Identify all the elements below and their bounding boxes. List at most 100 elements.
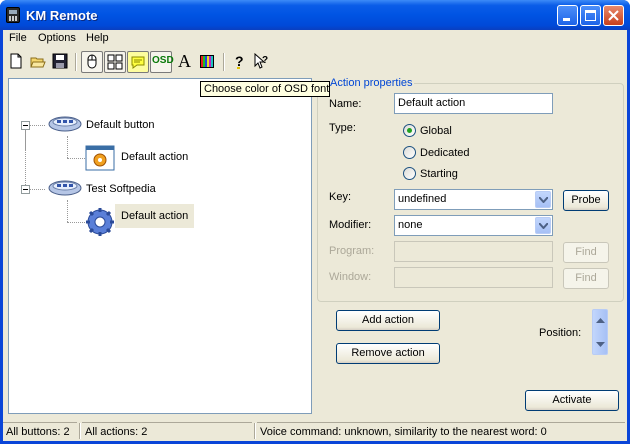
chevron-down-icon — [539, 197, 548, 203]
open-folder-icon — [30, 57, 46, 68]
remote-button-icon — [48, 180, 82, 196]
chevron-down-icon — [539, 223, 548, 229]
mouse-mode-button[interactable] — [81, 51, 103, 73]
modifier-select-value: none — [398, 219, 423, 231]
mouse-icon — [87, 54, 97, 69]
window-title: KM Remote — [26, 8, 98, 23]
status-bar: All buttons: 2 All actions: 2 Voice comm… — [3, 419, 627, 441]
maximize-button[interactable] — [580, 5, 601, 26]
action-window-icon — [85, 145, 115, 171]
minimize-button[interactable] — [557, 5, 578, 26]
remove-action-button[interactable]: Remove action — [336, 343, 440, 364]
radio-dedicated-label: Dedicated — [420, 147, 470, 159]
save-button[interactable] — [50, 51, 72, 73]
tree-line — [67, 222, 85, 223]
tree-node-label-selected[interactable]: Default action — [115, 204, 195, 228]
speech-icon — [131, 56, 145, 69]
help-icon: ? — [235, 53, 244, 69]
status-voice-command: Voice command: unknown, similarity to th… — [257, 422, 625, 440]
new-file-icon — [10, 53, 22, 69]
expander-button[interactable] — [21, 121, 30, 130]
type-label: Type: — [329, 122, 356, 134]
radio-starting[interactable] — [403, 167, 416, 180]
expander-button[interactable] — [21, 185, 30, 194]
tree-node-label[interactable]: Default button — [86, 119, 155, 131]
save-icon — [52, 53, 68, 69]
app-window: KM Remote File Options Help OSD A ? ? De… — [0, 0, 630, 444]
status-actions-count: All actions: 2 — [82, 422, 252, 440]
window-label: Window: — [329, 271, 372, 283]
modifier-select[interactable]: none — [394, 215, 553, 236]
radio-dedicated[interactable] — [403, 146, 416, 159]
osd-color-button[interactable] — [197, 51, 219, 73]
whats-this-button[interactable]: ? — [251, 51, 273, 73]
name-field[interactable]: Default action — [394, 93, 553, 114]
menu-help[interactable]: Help — [86, 32, 109, 44]
tree-node-label[interactable]: Test Softpedia — [86, 183, 156, 195]
whats-this-icon: ? — [254, 53, 268, 69]
font-button[interactable]: A — [174, 51, 196, 73]
client-area: File Options Help OSD A ? ? Default butt… — [3, 30, 627, 441]
remote-control-icon — [6, 7, 20, 23]
arrow-up-icon — [596, 318, 605, 323]
radio-global-label: Global — [420, 125, 452, 137]
osd-button[interactable]: OSD — [150, 51, 174, 73]
position-spinner[interactable] — [592, 309, 608, 355]
tree-node-label[interactable]: Default action — [121, 151, 188, 163]
status-divider — [254, 423, 256, 439]
add-action-button[interactable]: Add action — [336, 310, 440, 331]
svg-text:?: ? — [262, 55, 268, 66]
group-title: Action properties — [329, 77, 414, 89]
tree-line — [25, 130, 26, 185]
tree-line — [67, 158, 85, 159]
program-label: Program: — [329, 245, 375, 257]
minimize-icon — [563, 18, 570, 21]
dropdown-button[interactable] — [535, 191, 551, 208]
find-window-button[interactable]: Find — [563, 268, 609, 289]
open-button[interactable] — [28, 51, 50, 73]
modifier-label: Modifier: — [329, 219, 372, 231]
activate-button[interactable]: Activate — [525, 390, 619, 411]
probe-button[interactable]: Probe — [563, 190, 609, 211]
find-program-button[interactable]: Find — [563, 242, 609, 263]
close-icon — [608, 10, 619, 21]
key-select[interactable]: undefined — [394, 189, 553, 210]
remote-button-icon — [48, 116, 82, 132]
tree-line — [30, 189, 45, 190]
key-select-value: undefined — [398, 193, 447, 205]
program-field[interactable] — [394, 241, 553, 262]
position-label: Position: — [539, 327, 582, 339]
maximize-icon — [585, 10, 596, 21]
new-button[interactable] — [6, 51, 28, 73]
status-divider — [79, 423, 81, 439]
toolbar: OSD A ? ? — [3, 50, 627, 74]
grid-icon — [107, 54, 123, 70]
arrow-down-icon — [596, 342, 605, 347]
tree-line — [67, 136, 68, 158]
gear-icon — [86, 208, 114, 236]
close-button[interactable] — [603, 5, 624, 26]
button-tree[interactable]: Default button Default action Test Softp… — [8, 78, 312, 414]
tooltip: Choose color of OSD font — [200, 81, 330, 97]
tree-line — [30, 125, 45, 126]
help-button[interactable]: ? — [229, 51, 251, 73]
key-label: Key: — [329, 191, 352, 203]
radio-starting-label: Starting — [420, 168, 458, 180]
window-field[interactable] — [394, 267, 553, 288]
title-bar[interactable]: KM Remote — [0, 0, 630, 30]
font-icon: A — [178, 51, 191, 71]
toolbar-separator — [75, 53, 77, 71]
speech-button[interactable] — [127, 51, 149, 73]
dropdown-button[interactable] — [535, 217, 551, 234]
grid-button[interactable] — [104, 51, 126, 73]
menu-file[interactable]: File — [9, 32, 27, 44]
menu-bar: File Options Help — [3, 30, 627, 48]
menu-options[interactable]: Options — [38, 32, 76, 44]
tree-line — [67, 200, 68, 222]
svg-text:?: ? — [235, 53, 244, 69]
radio-global[interactable] — [403, 124, 416, 137]
osd-icon: OSD — [152, 55, 174, 66]
color-bars-icon — [200, 55, 214, 68]
status-buttons-count: All buttons: 2 — [3, 422, 77, 440]
name-label: Name: — [329, 98, 362, 110]
